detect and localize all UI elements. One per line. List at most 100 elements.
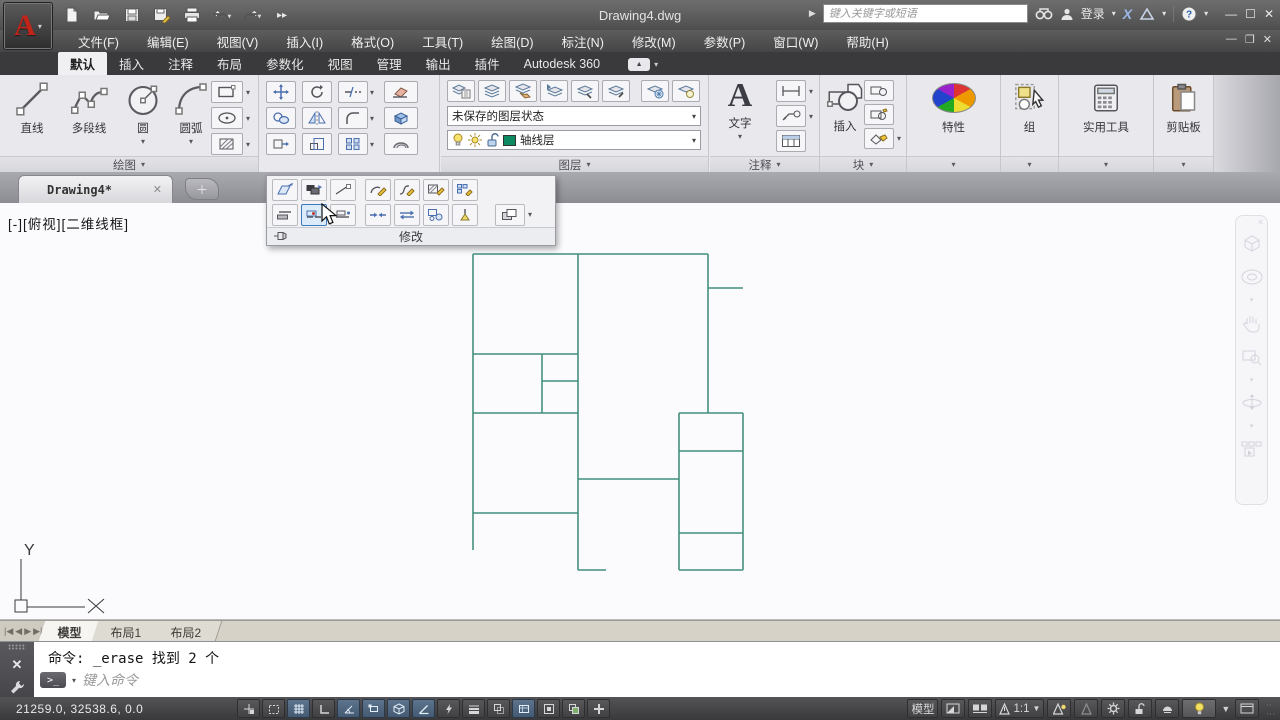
layer-state-dropdown[interactable]: 未保存的图层状态 ▾	[447, 106, 701, 126]
layer-previous-icon[interactable]	[540, 80, 568, 102]
clean-screen-button[interactable]	[1235, 699, 1260, 718]
command-window[interactable]: ••••• ••••• ✕ 命令: _erase 找到 2 个 >_ ▾	[0, 641, 1280, 698]
plot-icon[interactable]	[182, 5, 202, 25]
chevron-down-icon[interactable]: ▾	[1236, 420, 1267, 432]
break-shorten-button[interactable]	[365, 203, 391, 226]
insert-block-button[interactable]: 插入	[822, 75, 868, 134]
line-tool-button[interactable]: 直线	[6, 75, 58, 146]
ribbon-collapse-button[interactable]: ▲ ▾	[628, 58, 658, 75]
delete-duplicates-button[interactable]	[452, 203, 478, 226]
more-tools-icon[interactable]: ▸▸	[272, 5, 292, 25]
zoom-icon[interactable]	[1236, 340, 1267, 374]
quick-properties-toggle[interactable]	[512, 699, 535, 718]
first-tab-icon[interactable]: |◀	[4, 626, 13, 637]
auto-annotation-scale-button[interactable]	[1074, 699, 1099, 718]
rotate-tool-button[interactable]	[302, 81, 332, 103]
save-icon[interactable]	[122, 5, 142, 25]
ribbon-tab-6[interactable]: 管理	[365, 52, 414, 75]
ui-lock-button[interactable]	[1128, 699, 1153, 718]
drag-grip-icon[interactable]: ••••• •••••	[8, 643, 25, 653]
ribbon-tab-1[interactable]: 插入	[107, 52, 156, 75]
close-button[interactable]: ✕	[1264, 7, 1274, 21]
polyline-tool-button[interactable]: 多段线	[58, 75, 120, 146]
lengthen-button[interactable]	[330, 178, 356, 201]
chevron-down-icon[interactable]: ▾	[1204, 9, 1208, 18]
copy-nested-button[interactable]	[423, 203, 449, 226]
rectangle-tool-button[interactable]	[210, 81, 243, 103]
edit-array-button[interactable]	[452, 178, 478, 201]
draw-panel-title[interactable]: 绘图 ▾	[0, 156, 258, 172]
layer-select-dropdown[interactable]: 轴线层 ▾	[447, 130, 701, 150]
chevron-down-icon[interactable]: ▾	[246, 88, 250, 97]
orbit-icon[interactable]	[1236, 386, 1267, 420]
prev-tab-icon[interactable]: ◀	[15, 626, 22, 637]
ribbon-tab-5[interactable]: 视图	[316, 52, 365, 75]
new-drawing-tab-button[interactable]: ＋	[185, 178, 219, 200]
break-button[interactable]	[272, 203, 298, 226]
ribbon-tab-8[interactable]: 插件	[463, 52, 512, 75]
3d-object-snap-toggle[interactable]	[387, 699, 410, 718]
draw-order-button[interactable]	[495, 203, 525, 226]
properties-panel[interactable]: 特性 ▾	[907, 75, 1001, 172]
stretch-tool-button[interactable]	[266, 133, 296, 155]
chevron-down-icon[interactable]: ▾	[246, 114, 250, 123]
erase-tool-button[interactable]	[384, 81, 418, 103]
annotation-monitor-toggle[interactable]	[537, 699, 560, 718]
set-base-point-button[interactable]	[272, 178, 298, 201]
chevron-down-icon[interactable]: ▾	[1236, 294, 1267, 306]
isolate-objects-button[interactable]	[1155, 699, 1180, 718]
dynamic-input-toggle[interactable]	[437, 699, 460, 718]
group-panel-expand[interactable]: ▾	[1001, 156, 1058, 172]
hatch-tool-button[interactable]	[210, 133, 243, 155]
menu-item-2[interactable]: 视图(V)	[203, 29, 273, 54]
workspace-switch-button[interactable]	[1101, 699, 1126, 718]
help-icon[interactable]: ?	[1181, 6, 1197, 22]
block-panel-title[interactable]: 块 ▾	[820, 156, 906, 172]
chevron-down-icon[interactable]: ▾	[1162, 9, 1166, 18]
menu-item-11[interactable]: 帮助(H)	[832, 29, 902, 54]
chevron-down-icon[interactable]: ▾	[528, 210, 532, 219]
snap-mode-toggle[interactable]	[262, 699, 285, 718]
navbar-close-icon[interactable]: ✕	[1257, 218, 1264, 227]
next-tab-icon[interactable]: ▶	[24, 626, 31, 637]
command-input[interactable]	[82, 672, 1240, 688]
chevron-down-icon[interactable]: ▾	[809, 87, 813, 96]
layer-freeze-icon[interactable]	[641, 80, 669, 102]
command-window-handle[interactable]: ••••• ••••• ✕	[0, 642, 34, 698]
utilities-panel[interactable]: 实用工具 ▾	[1059, 75, 1154, 172]
add-annotation-toggle[interactable]	[587, 699, 610, 718]
menu-item-5[interactable]: 工具(T)	[408, 29, 477, 54]
copy-nested-objects-button[interactable]	[301, 178, 327, 201]
open-file-icon[interactable]	[92, 5, 112, 25]
command-prompt-icon[interactable]: >_	[40, 672, 66, 688]
sign-in-button[interactable]: 登录	[1081, 5, 1105, 22]
polar-tracking-toggle[interactable]	[337, 699, 360, 718]
lineweight-toggle[interactable]	[462, 699, 485, 718]
ribbon-tab-7[interactable]: 输出	[414, 52, 463, 75]
minimize-button[interactable]: —	[1225, 7, 1237, 21]
autodesk360-icon[interactable]	[1139, 6, 1155, 21]
menu-item-1[interactable]: 编辑(E)	[133, 29, 203, 54]
transparency-toggle[interactable]	[487, 699, 510, 718]
properties-panel-expand[interactable]: ▾	[907, 156, 1000, 172]
doc-minimize-button[interactable]: —	[1226, 33, 1237, 46]
pan-hand-icon[interactable]	[1236, 306, 1267, 340]
chevron-down-icon[interactable]: ▾	[246, 140, 250, 149]
text-tool-button[interactable]: A 文字 ▾	[714, 75, 766, 141]
fillet-tool-button[interactable]	[338, 107, 368, 129]
new-file-icon[interactable]	[62, 5, 82, 25]
ribbon-tab-2[interactable]: 注释	[156, 52, 205, 75]
undo-icon[interactable]: ▾	[212, 5, 232, 25]
application-menu-button[interactable]: A ▾	[3, 2, 53, 50]
array-tool-button[interactable]	[338, 133, 368, 155]
grid-display-toggle[interactable]	[287, 699, 310, 718]
annotation-panel-title[interactable]: 注释 ▾	[710, 156, 819, 172]
arc-tool-button[interactable]: 圆弧 ▾	[166, 75, 216, 146]
ribbon-tab-0[interactable]: 默认	[58, 52, 108, 75]
pin-icon[interactable]	[273, 230, 287, 242]
chevron-down-icon[interactable]: ▾	[809, 112, 813, 121]
layer-states-icon[interactable]	[478, 80, 506, 102]
menu-item-3[interactable]: 插入(I)	[272, 29, 337, 54]
layer-unisolate-icon[interactable]	[602, 80, 630, 102]
layer-properties-icon[interactable]	[447, 80, 475, 102]
